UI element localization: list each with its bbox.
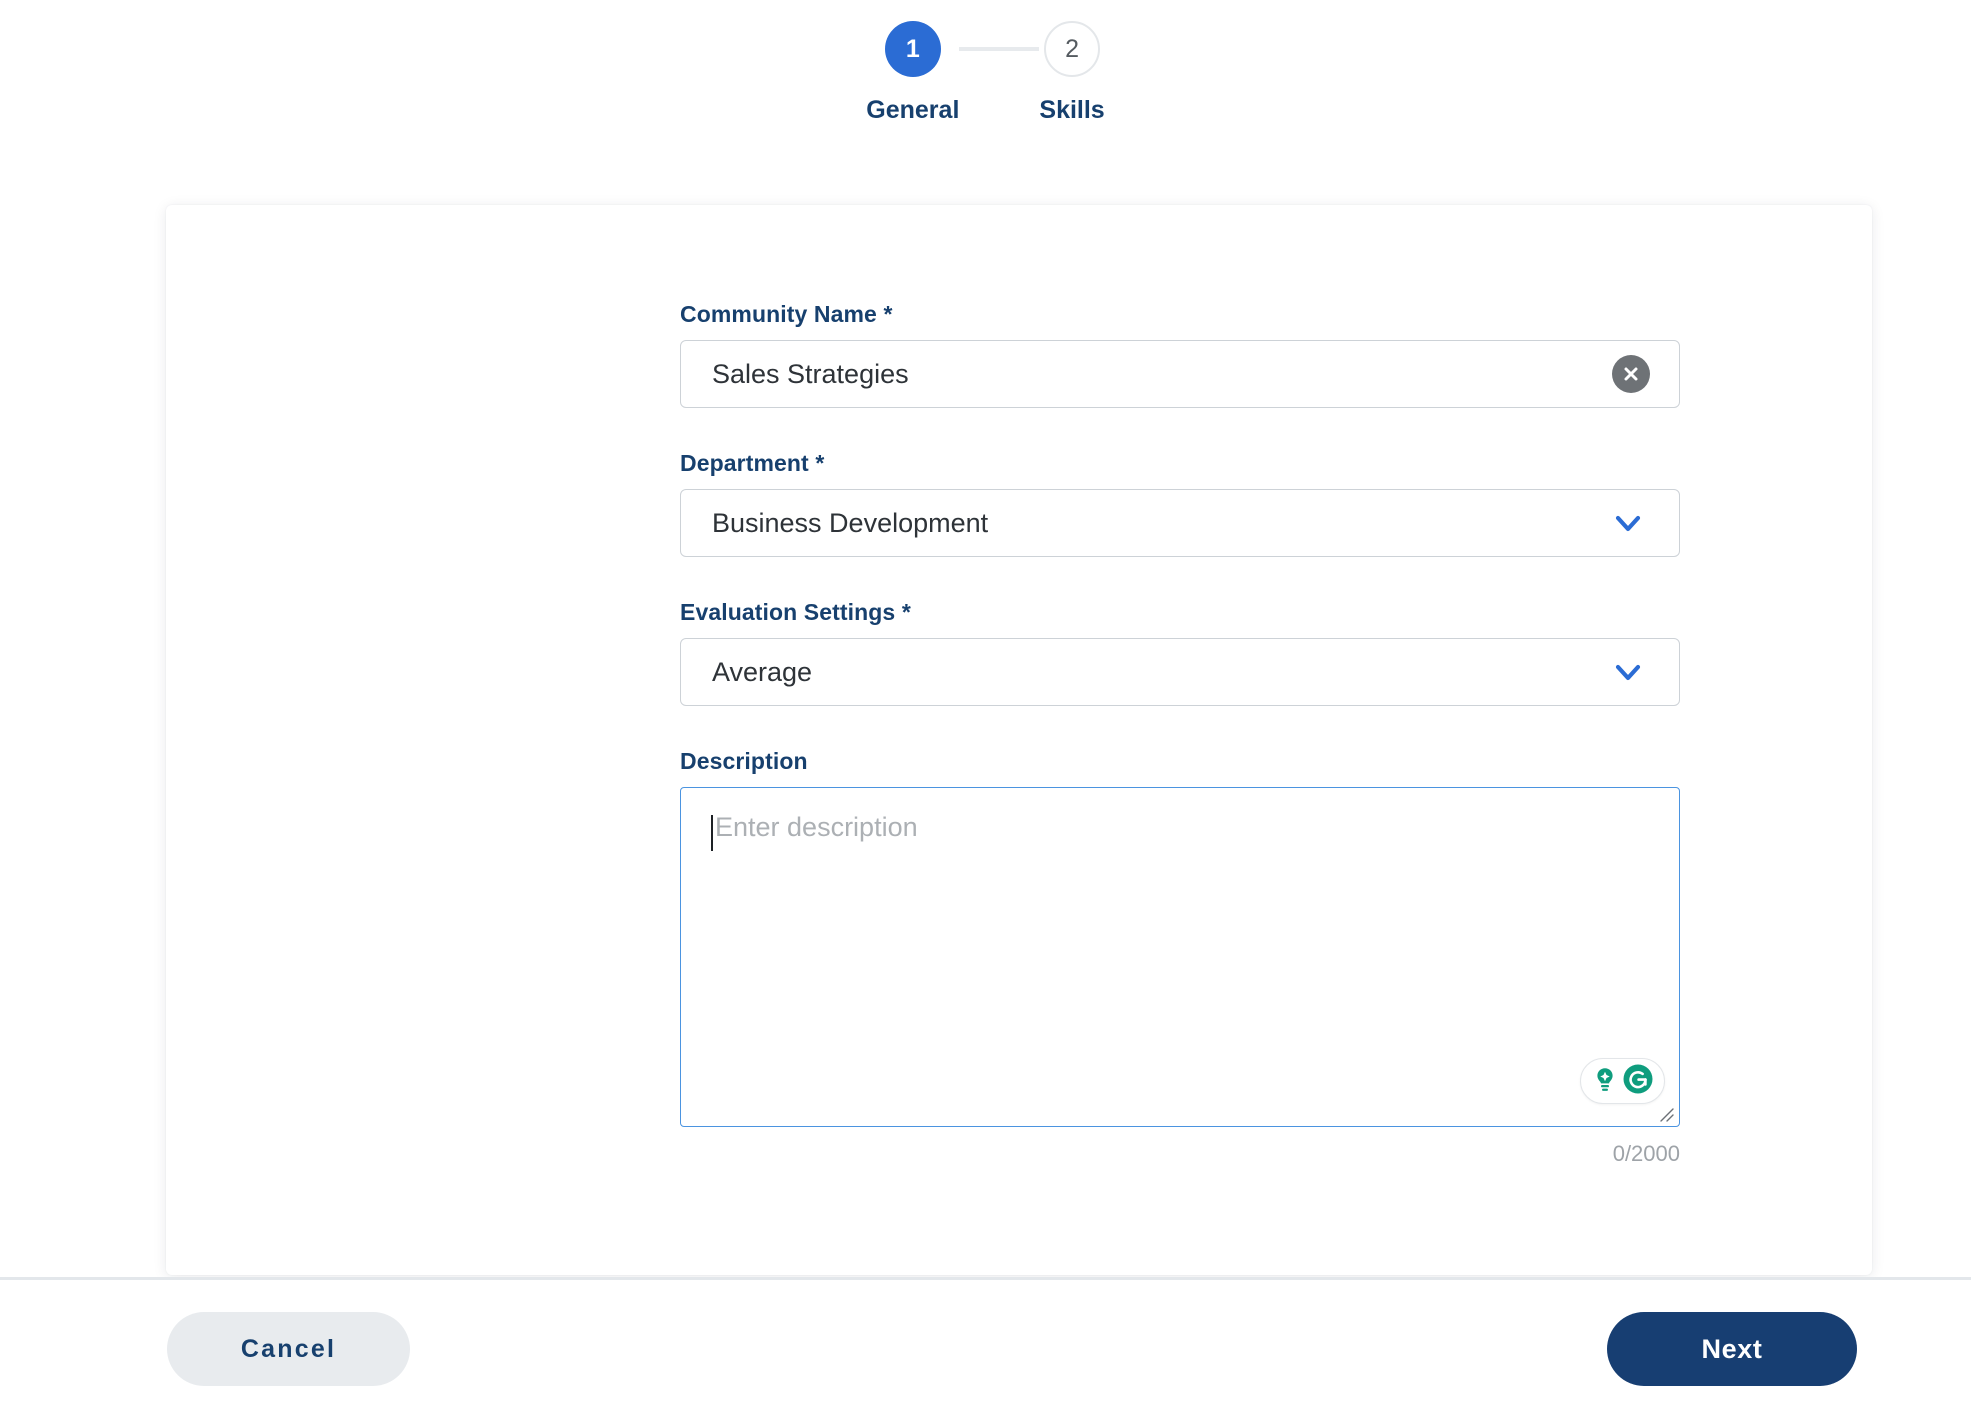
stepper-step-general[interactable]: 1 General bbox=[866, 21, 959, 125]
department-value: Business Development bbox=[712, 507, 989, 538]
wizard-footer: Cancel Next bbox=[0, 1280, 1971, 1419]
field-department: Department * Business Development bbox=[680, 450, 1680, 557]
step-number-circle-1[interactable]: 1 bbox=[884, 21, 941, 77]
chevron-down-icon[interactable] bbox=[1607, 502, 1649, 544]
community-name-input[interactable]: Sales Strategies bbox=[680, 340, 1680, 408]
department-select[interactable]: Business Development bbox=[680, 489, 1680, 557]
cancel-button[interactable]: Cancel bbox=[167, 1312, 410, 1386]
description-character-counter: 0/2000 bbox=[1612, 1141, 1680, 1166]
required-asterisk-community-name: * bbox=[883, 301, 893, 327]
step-number-circle-2[interactable]: 2 bbox=[1044, 21, 1101, 77]
next-button[interactable]: Next bbox=[1607, 1312, 1857, 1386]
grammarly-icon[interactable] bbox=[1621, 1062, 1655, 1101]
description-textarea-wrapper: Enter description bbox=[680, 787, 1680, 1127]
resize-grip-icon[interactable] bbox=[1657, 1105, 1675, 1123]
label-description: Description bbox=[680, 748, 808, 774]
label-community-name-text: Community Name bbox=[680, 301, 877, 327]
stepper-track: 1 General 2 Skills bbox=[866, 0, 1105, 125]
description-textarea[interactable]: Enter description bbox=[680, 787, 1680, 1127]
wizard-stepper: 1 General 2 Skills bbox=[0, 0, 1971, 155]
community-name-value: Sales Strategies bbox=[712, 358, 909, 389]
description-placeholder: Enter description bbox=[715, 812, 918, 842]
evaluation-settings-select[interactable]: Average bbox=[680, 638, 1680, 706]
close-circle-icon[interactable] bbox=[1612, 355, 1650, 393]
step-label-skills: Skills bbox=[1039, 96, 1105, 124]
text-caret bbox=[711, 815, 713, 851]
field-description: Description Enter description bbox=[680, 748, 1680, 1127]
label-evaluation-settings: Evaluation Settings * bbox=[680, 599, 1680, 626]
required-asterisk-evaluation-settings: * bbox=[901, 599, 911, 625]
label-community-name: Community Name * bbox=[680, 301, 1680, 328]
field-evaluation-settings: Evaluation Settings * Average bbox=[680, 599, 1680, 706]
label-evaluation-settings-text: Evaluation Settings bbox=[680, 599, 896, 625]
stepper-connector bbox=[959, 47, 1040, 51]
label-department: Department * bbox=[680, 450, 1680, 477]
required-asterisk-department: * bbox=[815, 450, 825, 476]
writing-assistant-toolbar[interactable] bbox=[1580, 1058, 1665, 1104]
step-label-general: General bbox=[866, 96, 960, 124]
lightbulb-icon[interactable] bbox=[1590, 1064, 1620, 1099]
form-card-body: Community Name * Sales Strategies Depart… bbox=[166, 205, 1872, 1167]
label-department-text: Department bbox=[680, 450, 809, 476]
stepper-step-skills[interactable]: 2 Skills bbox=[1039, 21, 1105, 125]
field-community-name: Community Name * Sales Strategies bbox=[680, 301, 1680, 408]
form-card: Community Name * Sales Strategies Depart… bbox=[166, 205, 1872, 1275]
evaluation-settings-value: Average bbox=[712, 656, 813, 687]
chevron-down-icon[interactable] bbox=[1607, 651, 1649, 693]
